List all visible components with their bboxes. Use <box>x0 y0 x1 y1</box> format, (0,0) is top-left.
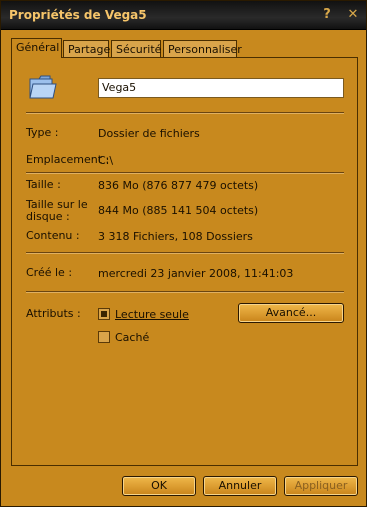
separator <box>26 291 344 293</box>
tab-customize[interactable]: Personnaliser <box>163 40 242 57</box>
help-button[interactable]: ? <box>318 6 336 23</box>
size-on-disk-label: Taille sur le disque : <box>26 198 88 223</box>
window-title: Propriétés de Vega5 <box>9 8 147 22</box>
close-button[interactable]: ✕ <box>344 6 362 23</box>
contents-value: 3 318 Fichiers, 108 Dossiers <box>98 230 253 243</box>
general-panel: Vega5 Type : Dossier de fichiers Emplace… <box>11 57 358 466</box>
attributes-label: Attributs : <box>26 307 81 320</box>
title-bar[interactable]: Propriétés de Vega5 ? ✕ <box>1 1 366 30</box>
tab-sharing[interactable]: Partage <box>63 40 110 57</box>
apply-button[interactable]: Appliquer <box>284 476 358 496</box>
location-value: C:\ <box>98 154 114 167</box>
ok-button[interactable]: OK <box>122 476 196 496</box>
size-on-disk-value: 844 Mo (885 141 504 octets) <box>98 204 259 217</box>
readonly-label[interactable]: Lecture seule <box>115 308 189 321</box>
tab-security[interactable]: Sécurité <box>111 40 161 57</box>
separator <box>26 112 344 114</box>
created-label: Créé le : <box>26 266 73 279</box>
hidden-checkbox[interactable] <box>98 331 110 343</box>
cancel-button[interactable]: Annuler <box>203 476 277 496</box>
folder-icon <box>29 75 57 99</box>
separator <box>26 252 344 254</box>
type-value: Dossier de fichiers <box>98 127 200 140</box>
type-label: Type : <box>26 126 59 139</box>
separator <box>26 172 344 174</box>
tab-general[interactable]: Général <box>11 38 62 58</box>
size-value: 836 Mo (876 877 479 octets) <box>98 179 259 192</box>
size-label: Taille : <box>26 178 61 191</box>
created-value: mercredi 23 janvier 2008, 11:41:03 <box>98 267 294 280</box>
properties-window: Propriétés de Vega5 ? ✕ Général Partage … <box>0 0 367 507</box>
hidden-label[interactable]: Caché <box>115 331 149 344</box>
readonly-checkbox[interactable] <box>98 308 110 320</box>
location-label: Emplacement : <box>26 153 110 166</box>
folder-name-input[interactable]: Vega5 <box>98 78 344 98</box>
advanced-button[interactable]: Avancé... <box>238 303 344 323</box>
contents-label: Contenu : <box>26 229 80 242</box>
dialog-body: Général Partage Sécurité Personnaliser V… <box>4 30 363 505</box>
